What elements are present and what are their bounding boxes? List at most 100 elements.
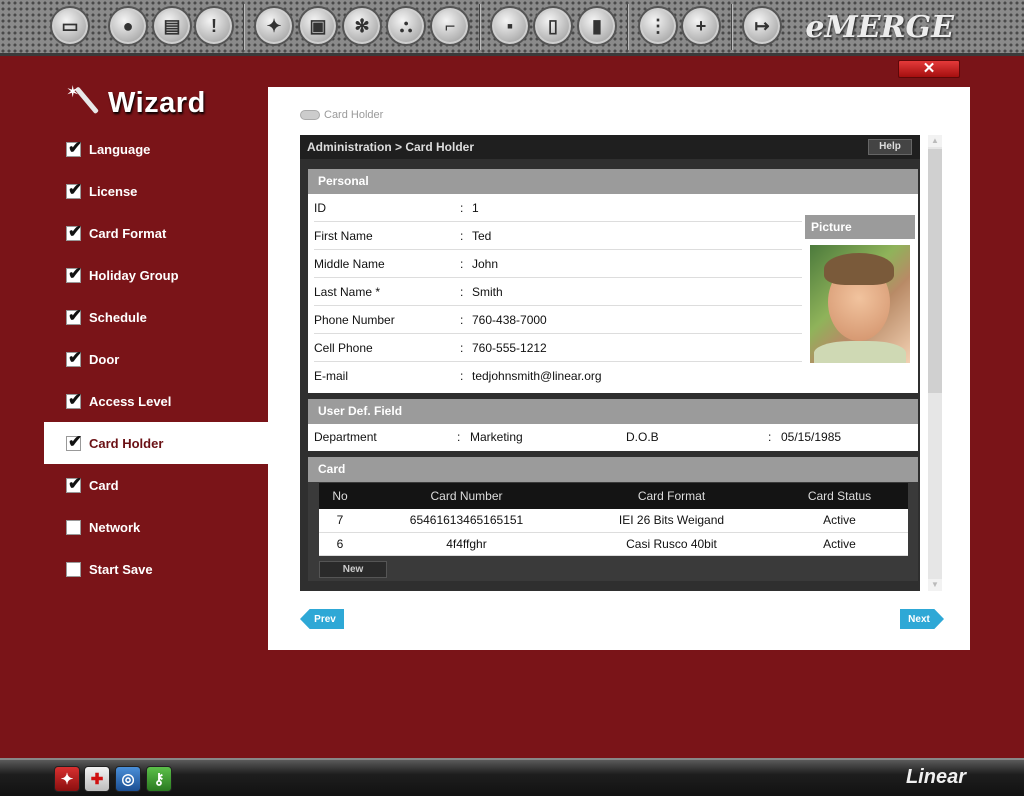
prev-button[interactable]: Prev [300,609,344,629]
field-value[interactable]: 760-438-7000 [472,313,547,327]
step-checkbox[interactable] [66,519,81,535]
table-cell: 6 [319,532,361,556]
wizard-step-card[interactable]: Card [44,464,268,506]
user-icon[interactable]: ● [108,6,148,46]
alert-icon[interactable]: ! [194,6,234,46]
wizard-step-door[interactable]: Door [44,338,268,380]
wizard-step-network[interactable]: Network [44,506,268,548]
wizard-step-license[interactable]: License [44,170,268,212]
table-cell: 4f4ffghr [361,532,572,556]
step-label: Door [89,351,120,367]
stairs-icon[interactable]: ⌐ [430,6,470,46]
user-defined-section: User Def. Field Department : Marketing D… [308,399,918,451]
field-value[interactable]: tedjohnsmith@linear.org [472,369,602,383]
scroll-down-arrow-icon[interactable]: ▼ [928,579,942,591]
frame-header: Administration > Card Holder Help [300,135,920,159]
wizard-step-holiday-group[interactable]: Holiday Group [44,254,268,296]
grid-icon[interactable]: ⋮ [638,6,678,46]
field-row: Cell Phone:760-555-1212 [314,334,802,362]
column-header: Card Format [572,483,771,509]
picture-box: Picture [805,215,915,370]
wizard-steps: Language License Card Format Holiday Gro… [44,128,268,590]
dob-value[interactable]: 05/15/1985 [781,430,841,444]
column-header: No [319,483,361,509]
bottom-taskbar: ✦ ✚ ◎ ⚷ Linear [0,758,1024,796]
department-value[interactable]: Marketing [470,430,523,444]
monitor-icon[interactable]: ▭ [50,6,90,46]
section-header: Personal [308,169,918,194]
step-checkbox[interactable] [66,432,82,452]
id-card-icon[interactable]: ▤ [152,6,192,46]
card-section: Card No Card Number Card Format Card Sta… [308,457,918,581]
lightbulb-icon[interactable]: ✦ [254,6,294,46]
field-row: Middle Name: John [314,250,802,278]
next-button[interactable]: Next [900,609,944,629]
main-panel: Card Holder Administration > Card Holder… [268,87,970,650]
wizard-header: Wizard [66,82,206,120]
field-value[interactable]: 1 [472,201,479,215]
add-user-icon[interactable]: + [681,6,721,46]
exit-icon[interactable]: ↦ [742,6,782,46]
linear-logo: Linear [905,766,966,788]
toolbar-separator [627,4,629,50]
field-value[interactable]: Ted [472,229,491,243]
step-checkbox[interactable] [66,474,82,494]
step-label: Holiday Group [89,267,179,283]
wizard-step-language[interactable]: Language [44,128,268,170]
field-colon: : [460,201,464,215]
scroll-thumb[interactable] [928,149,942,393]
network-icon[interactable]: ⛬ [386,6,426,46]
camera-icon[interactable]: ▣ [298,6,338,46]
step-checkbox[interactable] [66,306,82,326]
field-colon: : [460,369,464,383]
field-row: Last Name *: Smith [314,278,802,306]
table-cell: Casi Rusco 40bit [572,532,771,556]
compass-icon[interactable]: ◎ [115,766,141,792]
first-aid-icon[interactable]: ✚ [84,766,110,792]
step-label: Card Holder [89,435,164,451]
table-row[interactable]: 7 65461613465165151 IEI 26 Bits Weigand … [319,509,908,533]
key-icon[interactable]: ⚷ [146,766,172,792]
wizard-step-card-holder[interactable]: Card Holder [44,422,268,464]
new-card-button[interactable]: New [319,561,387,578]
document-icon[interactable]: ▯ [533,6,573,46]
field-colon: : [460,313,464,327]
help-button[interactable]: Help [868,139,912,155]
top-toolbar: ▭ ● ▤ ! ✦ ▣ ✻ ⛬ ⌐ ▪ ▯ ▮ ⋮ + ↦ eMERGE [0,0,1024,56]
step-checkbox[interactable] [66,222,82,242]
wizard-wand-icon[interactable]: ✦ [54,766,80,792]
step-label: Card [89,477,119,493]
save-icon[interactable]: ▪ [490,6,530,46]
field-row: First Name: Ted [314,222,802,250]
field-row: E-mail: tedjohnsmith@linear.org [314,362,802,390]
wizard-step-schedule[interactable]: Schedule [44,296,268,338]
field-value[interactable]: John [472,257,498,271]
field-value[interactable]: 760-555-1212 [472,341,547,355]
step-checkbox[interactable] [66,390,82,410]
cardholder-photo[interactable] [810,245,910,363]
vertical-scrollbar[interactable]: ▲ ▼ [928,135,942,591]
bar-chart-icon[interactable]: ▮ [577,6,617,46]
step-checkbox[interactable] [66,138,82,158]
table-cell: 7 [319,509,361,533]
close-button[interactable]: ✕ [898,60,960,78]
scroll-up-arrow-icon[interactable]: ▲ [928,135,942,147]
step-label: Start Save [89,561,153,577]
step-label: Network [89,519,141,535]
page-title: Administration > Card Holder [307,140,475,154]
field-colon: : [457,430,461,444]
field-label: First Name [314,229,373,243]
step-checkbox[interactable] [66,561,81,577]
step-label: Card Format [89,225,167,241]
wizard-step-access-level[interactable]: Access Level [44,380,268,422]
table-cell: Active [771,532,908,556]
step-label: Language [89,141,151,157]
gears-icon[interactable]: ✻ [342,6,382,46]
field-value[interactable]: Smith [472,285,503,299]
wizard-step-start-save[interactable]: Start Save [44,548,268,590]
step-checkbox[interactable] [66,348,82,368]
step-checkbox[interactable] [66,180,82,200]
table-row[interactable]: 6 4f4ffghr Casi Rusco 40bit Active [319,532,908,556]
step-checkbox[interactable] [66,264,82,284]
wizard-step-card-format[interactable]: Card Format [44,212,268,254]
